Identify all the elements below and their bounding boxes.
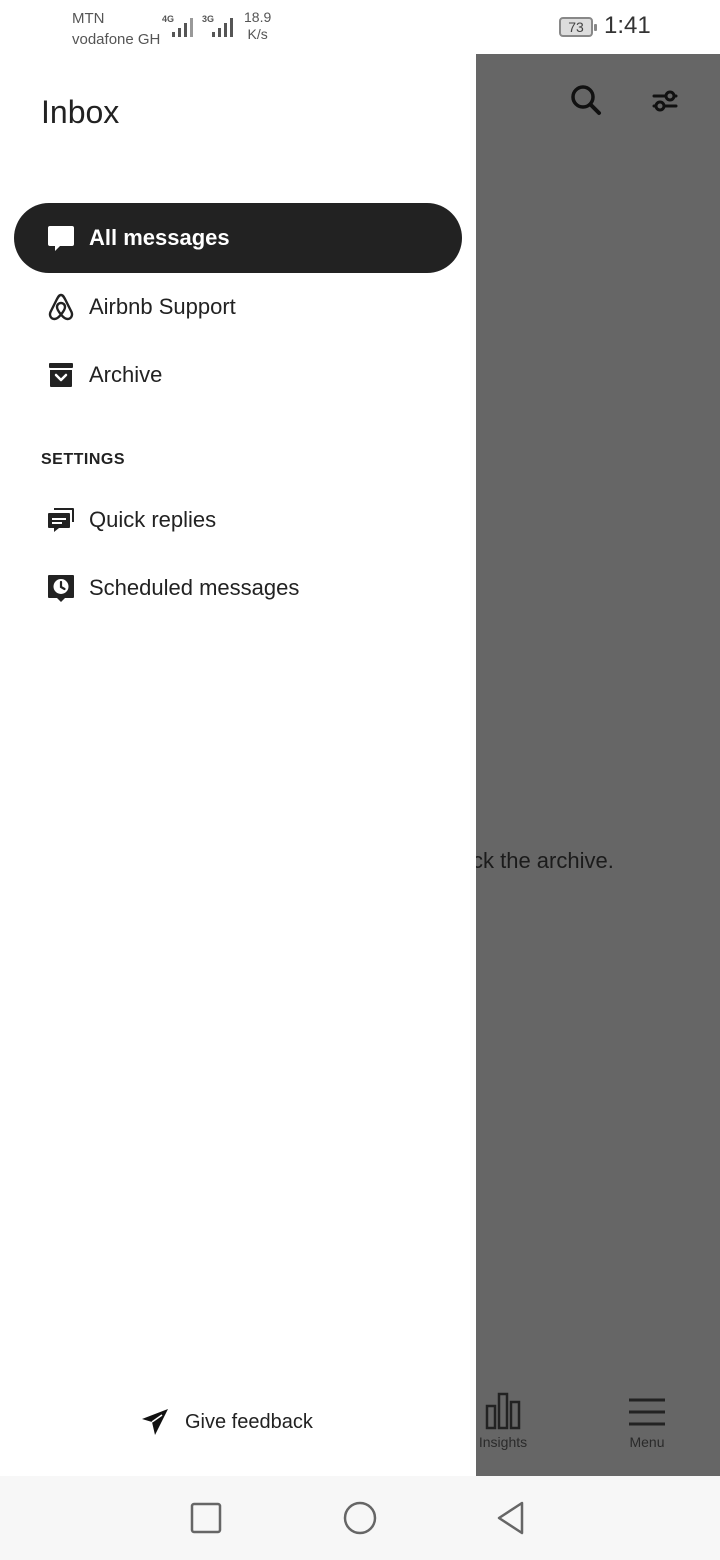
settings-heading: SETTINGS bbox=[41, 451, 126, 468]
give-feedback-button[interactable]: Give feedback bbox=[140, 1404, 313, 1440]
nav-all-messages[interactable]: All messages bbox=[14, 203, 462, 273]
nav-scheduled-messages-label: Scheduled messages bbox=[89, 575, 300, 600]
nav-quick-replies[interactable]: Quick replies bbox=[14, 485, 462, 555]
back-button[interactable] bbox=[494, 1500, 530, 1536]
bar-chart-icon bbox=[485, 1392, 521, 1430]
background-app-scrim[interactable]: ck the archive. Insights Menu bbox=[476, 54, 720, 1476]
nav-airbnb-support-label: Airbnb Support bbox=[89, 294, 236, 319]
empty-state-text: ck the archive. bbox=[476, 848, 614, 873]
signal-bars-icon bbox=[172, 18, 193, 37]
give-feedback-label: Give feedback bbox=[185, 1410, 313, 1433]
home-button[interactable] bbox=[342, 1500, 378, 1536]
carrier-info: MTN vodafone GH bbox=[72, 8, 160, 50]
nav-all-messages-label: All messages bbox=[89, 225, 230, 250]
carrier-vodafone: vodafone GH bbox=[72, 31, 161, 48]
airbnb-logo-icon bbox=[48, 293, 74, 321]
status-bar: MTN vodafone GH 4G 3G 18.9 K/s 73 1:41 bbox=[0, 0, 720, 54]
filter-icon bbox=[652, 90, 678, 112]
search-icon bbox=[571, 85, 601, 115]
tab-menu-label: Menu bbox=[629, 1434, 665, 1450]
tab-menu: Menu bbox=[607, 1392, 687, 1450]
network-speed: 18.9 K/s bbox=[244, 9, 272, 42]
archive-box-icon bbox=[49, 363, 73, 387]
nav-quick-replies-label: Quick replies bbox=[89, 507, 217, 532]
nav-airbnb-support[interactable]: Airbnb Support bbox=[14, 272, 462, 342]
tab-insights-label: Insights bbox=[478, 1434, 528, 1450]
drawer-title: Inbox bbox=[41, 94, 120, 130]
signal-bars-icon bbox=[212, 18, 233, 37]
send-arrow-icon bbox=[142, 1409, 168, 1435]
nav-archive[interactable]: Archive bbox=[14, 340, 462, 410]
message-icon bbox=[48, 226, 74, 251]
hamburger-menu-icon bbox=[629, 1398, 665, 1426]
system-navigation-bar bbox=[0, 1476, 720, 1560]
scheduled-message-icon bbox=[48, 575, 74, 602]
carrier-mtn: MTN bbox=[72, 10, 105, 27]
inbox-drawer: Inbox All messages Airbnb Support Archiv… bbox=[0, 54, 476, 1476]
tab-insights: Insights bbox=[476, 1392, 543, 1450]
recent-apps-button[interactable] bbox=[188, 1500, 224, 1536]
battery-indicator: 73 bbox=[559, 17, 597, 37]
nav-scheduled-messages[interactable]: Scheduled messages bbox=[14, 553, 462, 623]
clock: 1:41 bbox=[604, 12, 651, 39]
nav-archive-label: Archive bbox=[89, 362, 163, 387]
quick-replies-icon bbox=[48, 508, 74, 532]
